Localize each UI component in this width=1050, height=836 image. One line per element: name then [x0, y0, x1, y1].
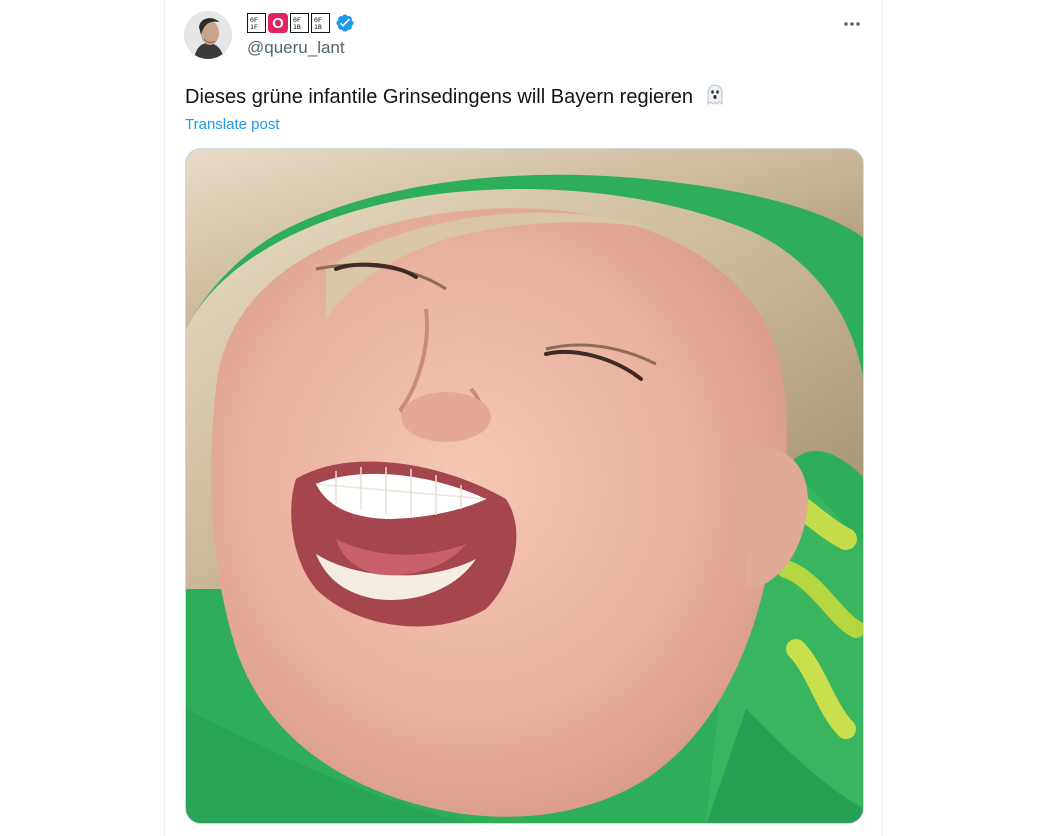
ghost-emoji-icon [703, 83, 727, 114]
post-text: Dieses grüne infantile Grinsedingens wil… [185, 83, 727, 114]
missing-glyph-2: 0F 1B [290, 13, 309, 33]
user-handle[interactable]: @queru_lant [247, 37, 345, 59]
svg-text:1B: 1B [314, 23, 322, 31]
avatar[interactable] [184, 11, 232, 59]
svg-text:1B: 1B [293, 23, 301, 31]
post-photo[interactable] [185, 148, 864, 824]
more-options-icon [844, 22, 860, 26]
post-text-content: Dieses grüne infantile Grinsedingens wil… [185, 86, 694, 108]
display-name[interactable]: 0F 1F O 0F 1B 0F 1B [247, 12, 355, 34]
avatar-portrait [184, 11, 232, 59]
more-options-button[interactable] [836, 8, 868, 40]
missing-glyph-3: 0F 1B [311, 13, 330, 33]
red-o-badge: O [268, 13, 288, 33]
svg-text:1F: 1F [250, 23, 258, 31]
photo-laughing-person [186, 149, 863, 823]
translate-post-link[interactable]: Translate post [185, 115, 280, 135]
verified-badge-icon[interactable] [335, 13, 355, 33]
page: 0F 1F O 0F 1B 0F 1B @queru_lant Dieses g… [0, 0, 1050, 836]
missing-glyph-1: 0F 1F [247, 13, 266, 33]
